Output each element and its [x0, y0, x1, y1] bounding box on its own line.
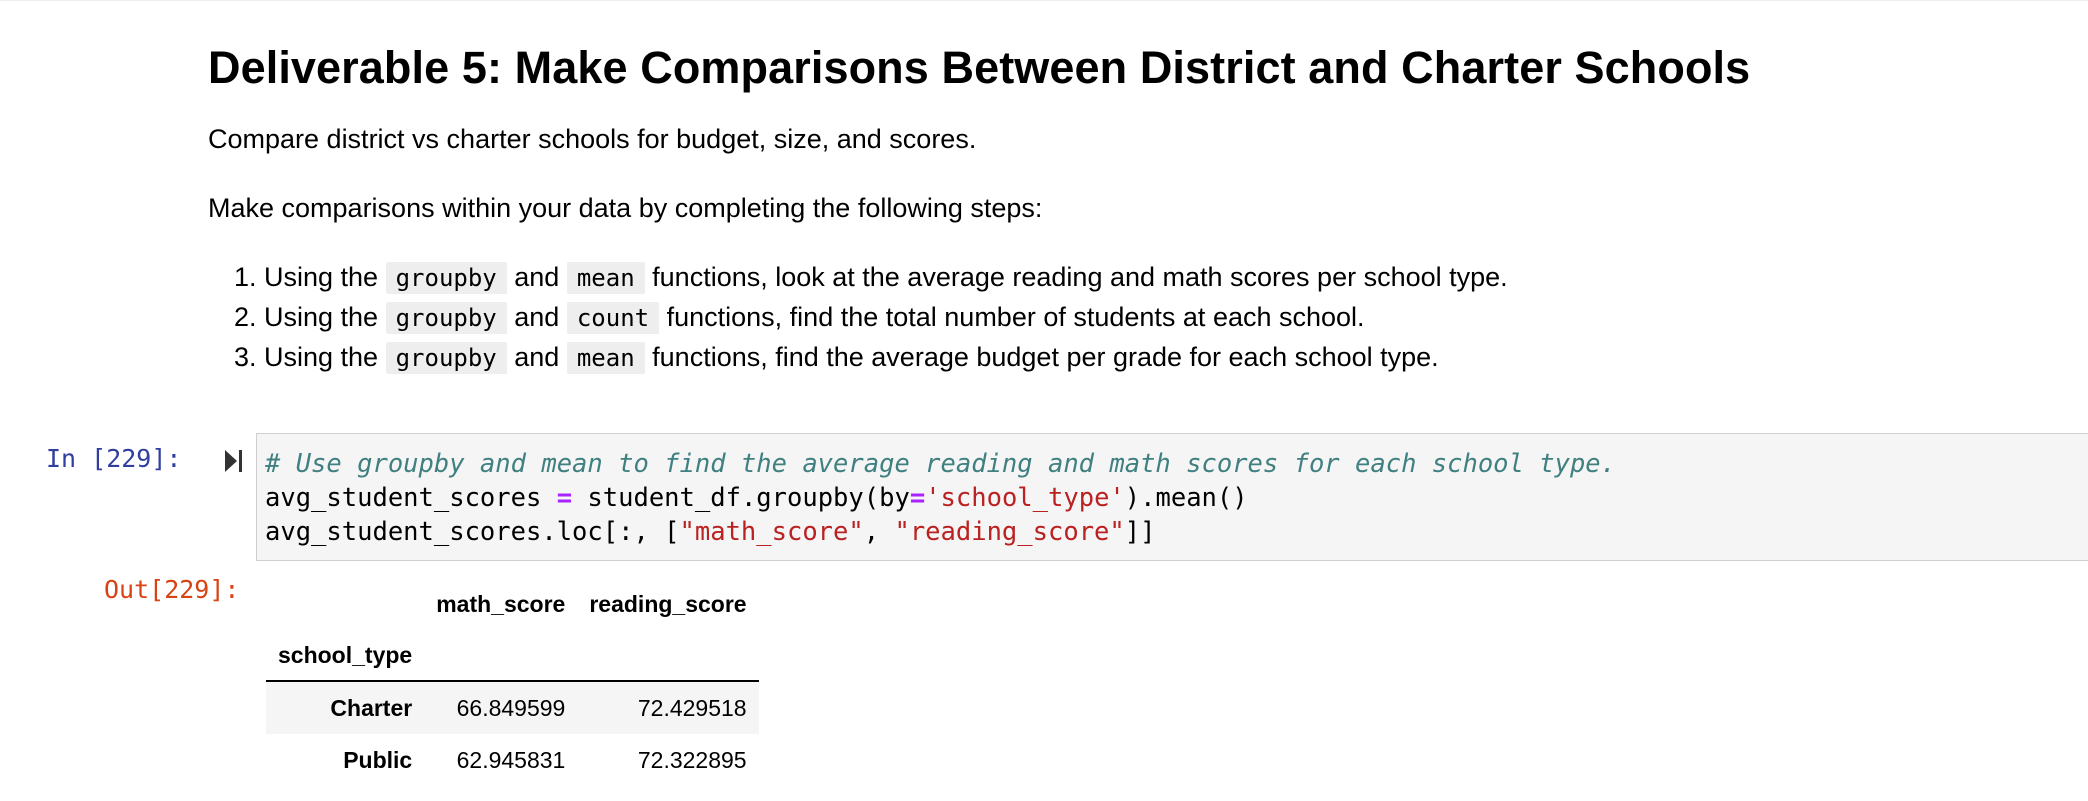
step-text: functions, find the average budget per g…	[652, 342, 1439, 372]
table-cell: 72.429518	[637, 694, 747, 721]
instructions-paragraph: Make comparisons within your data by com…	[208, 193, 1043, 223]
intro-paragraph: Compare district vs charter schools for …	[208, 124, 977, 154]
inline-code: count	[566, 302, 660, 334]
step-text: Using the	[264, 302, 379, 332]
column-header: reading_score	[589, 590, 747, 617]
input-prompt: In [229]:	[46, 444, 182, 473]
inline-code: mean	[566, 262, 645, 294]
steps-list: Using the groupby and mean functions, lo…	[208, 257, 1508, 377]
index-name-row: school_type	[266, 630, 759, 681]
code-string: "reading_score"	[894, 517, 1125, 547]
column-header: math_score	[436, 590, 566, 617]
step-text: functions, find the total number of stud…	[666, 302, 1365, 332]
inline-code: mean	[566, 342, 645, 374]
blank-header	[577, 630, 758, 681]
list-item: Using the groupby and count functions, f…	[264, 297, 1508, 337]
table-cell: 72.322895	[637, 746, 747, 773]
step-text: and	[514, 302, 560, 332]
table-row: Charter 66.849599 72.429518	[266, 681, 759, 734]
code-token: ,	[863, 517, 895, 547]
notebook-top-border	[0, 0, 2088, 1]
deliverable-heading: Deliverable 5: Make Comparisons Between …	[208, 42, 1751, 93]
code-token: avg_student_scores.loc[:, [	[265, 517, 680, 547]
table-row: Public 62.945831 72.322895	[266, 734, 759, 786]
column-header-row: math_score reading_score	[266, 578, 759, 630]
list-item: Using the groupby and mean functions, lo…	[264, 257, 1508, 297]
output-prompt: Out[229]:	[104, 575, 240, 604]
code-string: "math_score"	[679, 517, 864, 547]
inline-code: groupby	[385, 262, 507, 294]
dataframe-table: math_score reading_score school_type Cha…	[266, 578, 759, 786]
run-cell-icon[interactable]	[224, 448, 244, 474]
code-token: student_df.groupby(by	[572, 483, 910, 513]
code-editor[interactable]: # Use groupby and mean to find the avera…	[256, 433, 2088, 561]
blank-header	[266, 578, 424, 630]
row-label: Public	[343, 746, 413, 773]
code-token: ).mean()	[1124, 483, 1248, 513]
list-item: Using the groupby and mean functions, fi…	[264, 337, 1508, 377]
code-line-comment: # Use groupby and mean to find the avera…	[265, 447, 1616, 481]
code-comment: # Use groupby and mean to find the avera…	[265, 449, 1617, 479]
code-line-loc: avg_student_scores.loc[:, ["math_score",…	[265, 515, 1155, 549]
code-operator: =	[556, 483, 573, 513]
code-line-groupby: avg_student_scores = student_df.groupby(…	[265, 481, 1248, 515]
inline-code: groupby	[385, 302, 507, 334]
row-label: Charter	[330, 694, 413, 721]
inline-code: groupby	[385, 342, 507, 374]
step-text: Using the	[264, 342, 379, 372]
code-token: ]]	[1124, 517, 1156, 547]
code-operator: =	[909, 483, 926, 513]
step-text: and	[514, 342, 560, 372]
code-string: 'school_type'	[925, 483, 1125, 513]
code-token: avg_student_scores	[265, 483, 557, 513]
table-cell: 66.849599	[456, 694, 566, 721]
step-text: functions, look at the average reading a…	[652, 262, 1508, 292]
index-name-header: school_type	[278, 641, 413, 668]
step-text: Using the	[264, 262, 379, 292]
table-cell: 62.945831	[456, 746, 566, 773]
blank-header	[424, 630, 577, 681]
step-text: and	[514, 262, 560, 292]
